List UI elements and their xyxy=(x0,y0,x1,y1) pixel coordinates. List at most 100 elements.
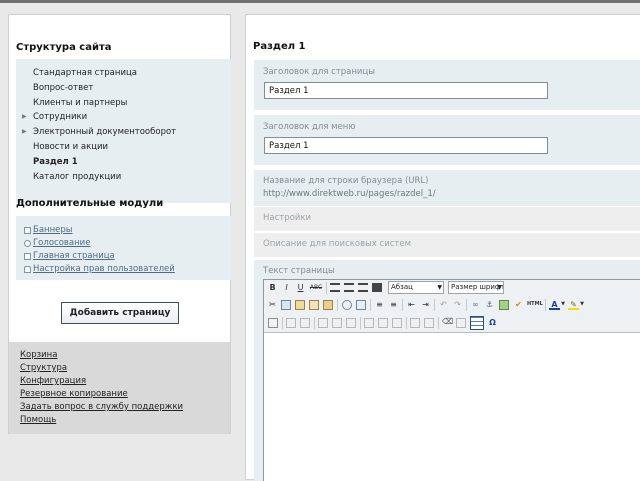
link-trash[interactable]: Корзина xyxy=(20,350,57,360)
delete-row-icon[interactable] xyxy=(346,318,356,328)
link-configuration[interactable]: Конфигурация xyxy=(20,376,86,386)
replace-icon[interactable] xyxy=(356,300,366,310)
tree-item[interactable]: Стандартная страница xyxy=(33,68,137,78)
table-props-icon[interactable] xyxy=(286,318,296,328)
seo-section[interactable]: Описание для поисковых систем xyxy=(254,233,640,257)
menu-title-label: Заголовок для меню xyxy=(263,122,356,132)
tree-item[interactable]: Новости и акции xyxy=(33,142,108,152)
merge-cells-icon[interactable] xyxy=(424,318,434,328)
link-structure[interactable]: Структура xyxy=(20,363,67,373)
image-icon[interactable] xyxy=(499,300,509,310)
copy-icon[interactable] xyxy=(281,300,291,310)
outdent-icon[interactable]: ⇤ xyxy=(406,299,417,310)
bold-button[interactable]: B xyxy=(267,282,278,293)
link-support[interactable]: Задать вопрос в службу поддержки xyxy=(20,402,183,412)
insert-row-after-icon[interactable] xyxy=(332,318,342,328)
tree-item[interactable]: Клиенты и партнеры xyxy=(33,98,127,108)
tree-item[interactable]: Сотрудники xyxy=(33,112,87,122)
url-value: http://www.direktweb.ru/pages/razdel_1/ xyxy=(263,189,436,199)
module-link-banners[interactable]: Баннеры xyxy=(33,225,73,235)
insert-block-icon[interactable] xyxy=(268,318,278,328)
module-link-home[interactable]: Главная страница xyxy=(33,251,115,261)
expand-arrow-icon[interactable]: ▶ xyxy=(22,128,27,135)
table-icon[interactable] xyxy=(470,316,484,330)
tree-item[interactable]: Электронный документооборот xyxy=(33,127,176,137)
insert-col-after-icon[interactable] xyxy=(378,318,388,328)
italic-button[interactable]: I xyxy=(281,282,292,293)
delete-col-icon[interactable] xyxy=(392,318,402,328)
text-color-icon[interactable]: A xyxy=(549,299,560,310)
editor-content-area[interactable] xyxy=(264,333,640,481)
special-char-icon[interactable]: Ω xyxy=(487,317,498,328)
strikethrough-button[interactable]: ABC xyxy=(309,282,323,293)
poll-icon xyxy=(24,240,31,247)
chevron-down-icon: ▼ xyxy=(497,284,502,291)
tree-item[interactable]: Вопрос-ответ xyxy=(33,83,93,93)
eraser-icon[interactable]: ⌫ xyxy=(442,316,453,327)
page-text-label: Текст страницы xyxy=(263,266,335,276)
align-right-icon[interactable] xyxy=(358,283,368,292)
toolbar-separator xyxy=(337,299,338,311)
anchor-icon[interactable]: ⚓ xyxy=(484,299,495,310)
html-source-icon[interactable]: HTML xyxy=(527,299,543,310)
section-title: Раздел 1 xyxy=(253,41,306,52)
modules-list: Баннеры Голосование Главная страница Нас… xyxy=(16,216,231,280)
insert-row-before-icon[interactable] xyxy=(318,318,328,328)
align-center-icon[interactable] xyxy=(344,283,354,292)
chevron-down-icon[interactable]: ▼ xyxy=(579,299,585,310)
undo-icon[interactable]: ↶ xyxy=(438,299,449,310)
settings-section[interactable]: Настройки xyxy=(254,207,640,231)
url-block: Название для строки браузера (URL) http:… xyxy=(254,170,640,206)
font-size-select-value: Размер шрифт xyxy=(451,283,504,291)
page-title-block: Заголовок для страницы xyxy=(254,60,640,110)
chevron-down-icon: ▼ xyxy=(437,284,442,291)
find-icon[interactable] xyxy=(342,300,352,310)
menu-title-input[interactable] xyxy=(264,137,548,154)
chevron-down-icon[interactable]: ▼ xyxy=(560,299,566,310)
link-backup[interactable]: Резервное копирование xyxy=(20,389,128,399)
align-justify-icon[interactable] xyxy=(372,283,382,292)
tree-item[interactable]: Каталог продукции xyxy=(33,172,121,182)
link-icon[interactable]: ∞ xyxy=(470,299,481,310)
settings-label: Настройки xyxy=(263,213,312,223)
align-left-icon[interactable] xyxy=(330,283,340,292)
visual-aid-icon[interactable] xyxy=(456,318,466,328)
format-select[interactable]: Абзац ▼ xyxy=(388,281,444,294)
expand-arrow-icon[interactable]: ▶ xyxy=(22,113,27,120)
tree-item-active[interactable]: Раздел 1 xyxy=(33,157,78,167)
toolbar-separator xyxy=(406,317,407,329)
insert-col-before-icon[interactable] xyxy=(364,318,374,328)
module-link-polls[interactable]: Голосование xyxy=(33,238,90,248)
cut-icon[interactable]: ✂ xyxy=(267,299,278,310)
toolbar-separator xyxy=(326,282,327,294)
seo-label: Описание для поисковых систем xyxy=(263,239,411,249)
page-text-block: Текст страницы B I U ABC Абзац ▼ Размер ш… xyxy=(254,260,640,481)
paste-icon[interactable] xyxy=(295,300,305,310)
toolbar-separator xyxy=(545,299,546,311)
add-page-button[interactable]: Добавить страницу xyxy=(61,302,179,324)
underline-button[interactable]: U xyxy=(295,282,306,293)
numbered-list-icon[interactable]: ≡ xyxy=(388,299,399,310)
url-label: Название для строки браузера (URL) xyxy=(263,176,429,186)
highlight-color-icon[interactable]: ✎ xyxy=(568,299,579,310)
paste-text-icon[interactable] xyxy=(309,300,319,310)
rich-text-editor: B I U ABC Абзац ▼ Размер шрифт ▼ ✂ ≡ ≡ ⇤… xyxy=(263,279,640,481)
indent-icon[interactable]: ⇥ xyxy=(420,299,431,310)
cell-props-icon[interactable] xyxy=(300,318,310,328)
redo-icon[interactable]: ↷ xyxy=(452,299,463,310)
module-link-permissions[interactable]: Настройка прав пользователей xyxy=(33,264,175,274)
font-size-select[interactable]: Размер шрифт ▼ xyxy=(448,281,504,294)
bullet-list-icon[interactable]: ≡ xyxy=(374,299,385,310)
link-help[interactable]: Помощь xyxy=(20,415,56,425)
left-sidebar: Структура сайта Стандартная страница Воп… xyxy=(8,14,231,434)
toolbar-separator xyxy=(360,317,361,329)
home-icon xyxy=(24,253,31,260)
content-panel: Раздел 1 Заголовок для страницы Заголово… xyxy=(245,14,640,481)
page-title-input[interactable] xyxy=(264,82,548,99)
toolbar-separator xyxy=(370,299,371,311)
cleanup-icon[interactable]: ✔ xyxy=(513,299,524,310)
toolbar-separator xyxy=(438,317,439,329)
paste-word-icon[interactable] xyxy=(323,300,333,310)
menu-title-block: Заголовок для меню xyxy=(254,115,640,165)
split-cells-icon[interactable] xyxy=(410,318,420,328)
